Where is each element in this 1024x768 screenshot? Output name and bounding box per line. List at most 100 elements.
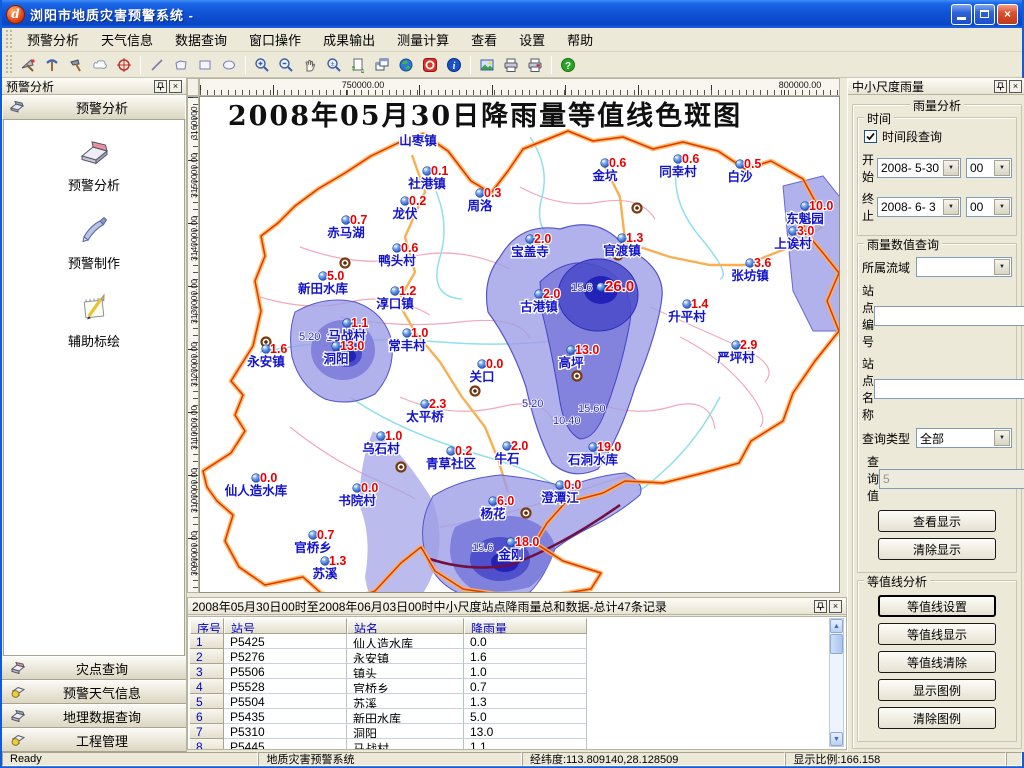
station-marker: 0.2龙伏 bbox=[391, 194, 426, 221]
chevron-down-icon[interactable]: ▼ bbox=[943, 160, 959, 176]
line-draw-icon[interactable] bbox=[146, 54, 168, 76]
image-export-icon[interactable] bbox=[476, 54, 498, 76]
table-row[interactable]: 5P5504苏溪1.3 bbox=[190, 694, 587, 709]
locate-tool-icon[interactable] bbox=[113, 54, 135, 76]
svg-text:5.0: 5.0 bbox=[327, 269, 344, 283]
contour-button-2[interactable]: 等值线清除 bbox=[878, 651, 996, 673]
menu-item-7[interactable]: 设置 bbox=[508, 27, 556, 52]
zoom-window-icon[interactable]: ± bbox=[323, 54, 345, 76]
table-row[interactable]: 1P5425仙人造水库0.0 bbox=[190, 634, 587, 649]
start-date-combo[interactable]: 2008- 5-30▼ bbox=[877, 158, 961, 178]
sidebar-item-0[interactable]: 预警分析 bbox=[4, 134, 184, 194]
column-header-2[interactable]: 站名 bbox=[347, 618, 464, 634]
close-icon[interactable]: × bbox=[1009, 80, 1022, 93]
contour-button-3[interactable]: 显示图例 bbox=[878, 679, 996, 701]
table-row[interactable]: 3P5506镇头1.0 bbox=[190, 664, 587, 679]
right-panel: 中小尺度雨量 × 雨量分析 时间 时间段查询 bbox=[847, 78, 1024, 752]
contour-button-1[interactable]: 等值线显示 bbox=[878, 623, 996, 645]
close-icon[interactable]: × bbox=[829, 600, 842, 613]
zoom-in-icon[interactable] bbox=[251, 54, 273, 76]
chevron-down-icon[interactable]: ▼ bbox=[994, 259, 1010, 275]
column-header-1[interactable]: 站号 bbox=[224, 618, 347, 634]
hammer-tool-icon[interactable] bbox=[65, 54, 87, 76]
info-icon[interactable]: i bbox=[443, 54, 465, 76]
clear-display-button[interactable]: 清除显示 bbox=[878, 538, 996, 560]
zoom-out-icon[interactable] bbox=[275, 54, 297, 76]
table-row[interactable]: 7P5310洞阳13.0 bbox=[190, 724, 587, 739]
town-marker bbox=[471, 387, 480, 396]
print-preview-icon[interactable] bbox=[524, 54, 546, 76]
menu-item-4[interactable]: 成果输出 bbox=[312, 27, 386, 52]
sidebar-nav-2[interactable]: 地理数据查询 bbox=[2, 704, 186, 728]
restore-button[interactable] bbox=[974, 4, 995, 25]
toolbar-grip[interactable] bbox=[5, 55, 13, 75]
svg-text:0.0: 0.0 bbox=[564, 478, 581, 492]
menu-item-3[interactable]: 窗口操作 bbox=[238, 27, 312, 52]
table-row[interactable]: 6P5435新田水库5.0 bbox=[190, 709, 587, 724]
sidebar-nav-0[interactable]: 灾点查询 bbox=[2, 656, 186, 680]
table-row[interactable]: 8P5445马战村1.1 bbox=[190, 739, 587, 749]
column-header-3[interactable]: 降雨量 bbox=[464, 618, 587, 634]
chevron-down-icon[interactable]: ▼ bbox=[994, 430, 1010, 446]
print-icon[interactable] bbox=[500, 54, 522, 76]
menu-item-6[interactable]: 查看 bbox=[460, 27, 508, 52]
time-range-checkbox[interactable] bbox=[864, 130, 877, 143]
end-hour-combo[interactable]: 00▼ bbox=[966, 197, 1012, 217]
contour-button-4[interactable]: 清除图例 bbox=[878, 707, 996, 729]
sidebar-item-1[interactable]: 预警制作 bbox=[4, 212, 184, 272]
minimize-button[interactable] bbox=[951, 4, 972, 25]
svg-text:金坑: 金坑 bbox=[591, 168, 618, 183]
rectangle-draw-icon[interactable] bbox=[194, 54, 216, 76]
menu-item-8[interactable]: 帮助 bbox=[556, 27, 604, 52]
query-type-combo[interactable]: 全部▼ bbox=[916, 428, 1012, 448]
close-icon[interactable]: × bbox=[169, 80, 182, 93]
column-header-0[interactable]: 序号 bbox=[190, 618, 224, 634]
view-display-button[interactable]: 查看显示 bbox=[878, 510, 996, 532]
contour-button-0[interactable]: 等值线设置 bbox=[878, 595, 996, 617]
help-icon[interactable]: ? bbox=[557, 54, 579, 76]
left-panel-section-header[interactable]: 预警分析 bbox=[2, 95, 186, 120]
pick-tool-icon[interactable] bbox=[41, 54, 63, 76]
map-canvas[interactable]: 5.2010.4015.65.2015.6010.4015.60.1社港镇0.3… bbox=[200, 97, 840, 593]
sidebar-nav-3[interactable]: 工程管理 bbox=[2, 728, 186, 752]
table-row[interactable]: 4P5528官桥乡0.7 bbox=[190, 679, 587, 694]
cascade-windows-icon[interactable] bbox=[371, 54, 393, 76]
ruler-top: 750000.00800000.00 bbox=[199, 78, 840, 96]
basin-combo[interactable]: ▼ bbox=[916, 257, 1012, 277]
scroll-up-icon[interactable]: ▲ bbox=[830, 619, 843, 633]
sidebar-nav-1[interactable]: 预警天气信息 bbox=[2, 680, 186, 704]
pin-icon[interactable] bbox=[994, 80, 1007, 93]
ellipse-draw-icon[interactable] bbox=[218, 54, 240, 76]
menubar-grip[interactable] bbox=[5, 30, 13, 48]
cloud-tool-icon[interactable] bbox=[89, 54, 111, 76]
menu-item-1[interactable]: 天气信息 bbox=[90, 27, 164, 52]
table-scrollbar[interactable]: ▲ ▼ bbox=[829, 618, 844, 747]
close-button[interactable]: × bbox=[997, 4, 1018, 25]
station-id-input[interactable] bbox=[874, 306, 1024, 326]
station-name-input[interactable] bbox=[874, 379, 1024, 399]
pin-icon[interactable] bbox=[154, 80, 167, 93]
svg-text:1.3: 1.3 bbox=[329, 554, 346, 568]
station-marker: 0.6金坑 bbox=[591, 156, 626, 183]
scroll-thumb[interactable] bbox=[830, 634, 843, 654]
refresh-view-icon[interactable] bbox=[347, 54, 369, 76]
table-row[interactable]: 2P5276永安镇1.6 bbox=[190, 649, 587, 664]
pin-icon[interactable] bbox=[814, 600, 827, 613]
chevron-down-icon[interactable]: ▼ bbox=[994, 199, 1010, 215]
end-date-combo[interactable]: 2008- 6- 3▼ bbox=[877, 197, 961, 217]
menu-item-5[interactable]: 测量计算 bbox=[386, 27, 460, 52]
contour-value-label: 15.6 bbox=[472, 542, 493, 554]
polygon-draw-icon[interactable] bbox=[170, 54, 192, 76]
sidebar-item-2[interactable]: 辅助标绘 bbox=[4, 290, 184, 350]
chevron-down-icon[interactable]: ▼ bbox=[994, 160, 1010, 176]
menu-item-2[interactable]: 数据查询 bbox=[164, 27, 238, 52]
start-hour-combo[interactable]: 00▼ bbox=[966, 158, 1012, 178]
scroll-down-icon[interactable]: ▼ bbox=[830, 732, 843, 746]
stop-icon[interactable] bbox=[419, 54, 441, 76]
globe-icon[interactable] bbox=[395, 54, 417, 76]
radar-tool-icon[interactable] bbox=[17, 54, 39, 76]
chevron-down-icon[interactable]: ▼ bbox=[943, 199, 959, 215]
pan-hand-icon[interactable] bbox=[299, 54, 321, 76]
ruler-top-label: 800000.00 bbox=[777, 80, 824, 90]
menu-item-0[interactable]: 预警分析 bbox=[16, 27, 90, 52]
